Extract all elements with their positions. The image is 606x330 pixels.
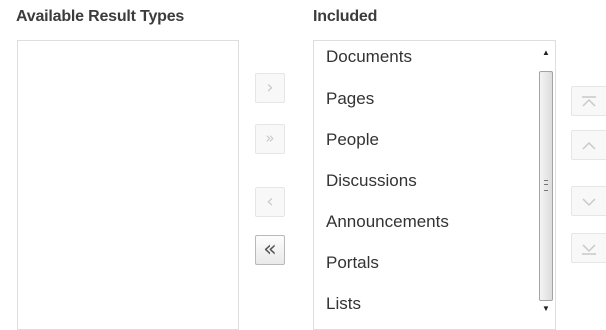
list-item[interactable]: Announcements — [326, 212, 449, 232]
move-up-icon — [582, 141, 596, 150]
remove-button[interactable]: ‹ — [255, 187, 285, 217]
list-item[interactable]: People — [326, 130, 379, 150]
move-down-icon — [582, 198, 596, 207]
chevron-right-icon: › — [266, 77, 274, 98]
included-list-heading: Included — [313, 8, 378, 25]
included-result-types-list[interactable]: Documents Pages People Discussions Annou… — [313, 40, 556, 330]
available-result-types-list[interactable] — [17, 40, 239, 330]
list-item[interactable]: Portals — [326, 253, 379, 273]
move-down-button[interactable] — [571, 186, 606, 216]
chevron-left-icon: ‹ — [266, 191, 274, 212]
move-up-button[interactable] — [571, 130, 606, 160]
double-chevron-right-icon: » — [265, 129, 275, 147]
list-item[interactable]: Pages — [326, 89, 374, 109]
remove-all-button[interactable]: « — [255, 235, 285, 265]
included-list-scrollbar[interactable]: ▲ ▼ — [537, 41, 555, 329]
list-item[interactable]: Discussions — [326, 171, 417, 191]
move-to-top-button[interactable] — [571, 86, 606, 116]
move-all-button[interactable]: » — [255, 124, 285, 154]
list-item[interactable]: Lists — [326, 294, 361, 314]
list-item[interactable]: Documents — [326, 47, 412, 67]
scrollbar-grip-icon — [544, 180, 548, 191]
move-to-bottom-button[interactable] — [571, 233, 606, 263]
move-to-top-icon — [582, 96, 596, 107]
available-list-heading: Available Result Types — [16, 8, 185, 25]
move-to-bottom-icon — [582, 244, 596, 255]
scroll-up-arrow-icon[interactable]: ▲ — [537, 45, 555, 61]
move-button[interactable]: › — [255, 73, 285, 103]
scrollbar-thumb[interactable] — [539, 71, 553, 301]
scroll-down-arrow-icon[interactable]: ▼ — [537, 301, 555, 317]
double-chevron-left-icon: « — [263, 237, 277, 262]
